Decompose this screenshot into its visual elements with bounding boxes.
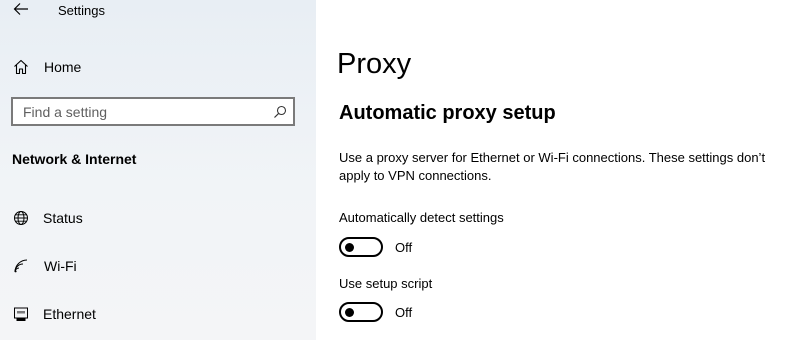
main-content: Proxy Automatic proxy setup Use a proxy …	[316, 0, 800, 340]
back-button[interactable]	[10, 0, 32, 22]
search-icon[interactable]	[271, 103, 289, 121]
sidebar-item-label: Wi-Fi	[44, 258, 77, 274]
section-subheading: Automatic proxy setup	[339, 102, 556, 124]
sidebar-item-home[interactable]: Home	[0, 49, 316, 85]
setup-script-label: Use setup script	[339, 276, 433, 291]
toggle-knob	[345, 243, 354, 252]
setup-script-state: Off	[395, 305, 413, 320]
search-box	[11, 97, 295, 126]
wifi-icon	[12, 257, 30, 275]
auto-detect-toggle[interactable]	[339, 237, 383, 257]
section-description: Use a proxy server for Ethernet or Wi-Fi…	[339, 150, 766, 183]
sidebar: Settings Home Network & Internet Status …	[0, 0, 317, 340]
sidebar-item-ethernet[interactable]: Ethernet	[0, 296, 316, 332]
sidebar-item-status[interactable]: Status	[0, 200, 316, 236]
section-heading: Network & Internet	[12, 151, 137, 167]
sidebar-item-wifi[interactable]: Wi-Fi	[0, 248, 316, 284]
sidebar-item-label: Status	[43, 210, 83, 226]
page-title: Proxy	[337, 48, 412, 80]
search-input[interactable]	[13, 99, 273, 124]
setup-script-toggle[interactable]	[339, 302, 383, 322]
auto-detect-state: Off	[395, 240, 413, 255]
auto-detect-label: Automatically detect settings	[339, 210, 504, 225]
home-icon	[12, 58, 30, 76]
globe-icon	[12, 209, 30, 227]
back-arrow-icon	[13, 2, 29, 21]
app-title: Settings	[58, 3, 105, 18]
toggle-knob	[345, 308, 354, 317]
ethernet-icon	[12, 305, 30, 323]
sidebar-item-label: Home	[44, 59, 82, 75]
sidebar-item-label: Ethernet	[43, 306, 96, 322]
